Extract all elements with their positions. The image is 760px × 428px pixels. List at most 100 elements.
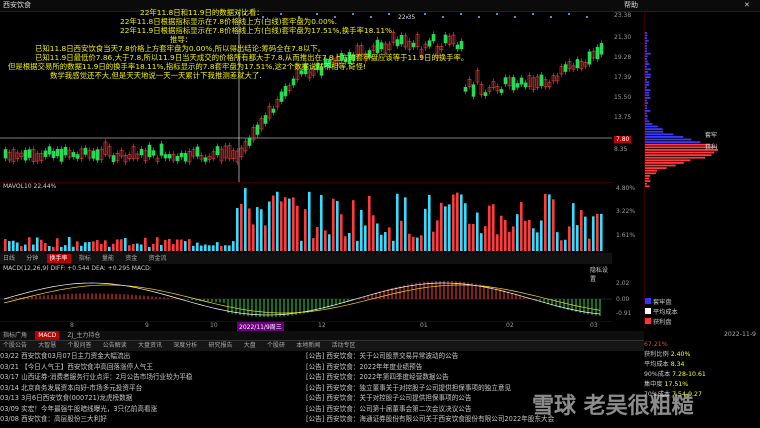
chip-bar <box>645 164 676 167</box>
news-tab[interactable]: 深度分析 <box>170 341 200 350</box>
candle-body <box>95 149 100 161</box>
volume-bar <box>508 231 511 251</box>
candle-body <box>575 59 580 69</box>
volume-bar <box>76 241 79 251</box>
chip-bar <box>645 47 647 50</box>
candle-body <box>167 154 172 159</box>
list-item[interactable]: 03/14 北京商务发展资本向好-市场多元投资平台 <box>0 383 300 394</box>
volume-bar <box>52 246 55 251</box>
volume-bar <box>592 216 595 251</box>
annotation-line: 22年11.9日根据指标显示在7.8价格线上方(白线)套牢盘为17.51%,换手… <box>120 26 393 35</box>
volume-bar <box>268 201 271 251</box>
news-tab[interactable]: 研究报告 <box>206 341 236 350</box>
tab-minute[interactable]: 分钟 <box>23 254 41 263</box>
volume-bar <box>204 244 207 251</box>
tab-volume[interactable]: 量能 <box>99 254 117 263</box>
volume-bar <box>368 195 371 251</box>
list-item[interactable]: [公告] 西安饮食：2022年年度业绩预告 <box>306 362 644 373</box>
news-tab[interactable]: 本地新闻 <box>293 341 323 350</box>
stats-val: 2.40% <box>670 351 691 358</box>
news-tab[interactable]: 大智慧 <box>35 341 59 350</box>
tab-capital[interactable]: 资金 <box>122 254 140 263</box>
volume-bar <box>548 194 551 251</box>
legend-trapped: 套牢盘 <box>653 299 672 306</box>
tab-flow[interactable]: 资金流 <box>146 254 170 263</box>
volume-bar <box>300 240 303 251</box>
tab-turnover[interactable]: 换手率 <box>46 254 71 263</box>
list-item[interactable]: 03/13 3月6日西安饮食(000721)龙虎榜数据 <box>0 393 300 404</box>
volume-panel[interactable]: MAVOL10 22.44% <box>0 183 612 254</box>
chip-panel: 套牢 获利 套牢盘 平均成本 获利盘 <box>644 12 760 328</box>
candle-body <box>523 82 528 88</box>
tab-indicator[interactable]: 指标 <box>76 254 94 263</box>
chip-bar <box>645 156 706 159</box>
chip-bar <box>645 112 647 115</box>
candle-body <box>55 149 60 157</box>
tab-indicator-wide[interactable]: 指标广角 <box>0 331 30 340</box>
stats-val: 8.34 <box>670 361 685 368</box>
news-tab[interactable]: 个股问答 <box>65 341 95 350</box>
volume-bar <box>596 213 599 251</box>
candle-body <box>279 91 284 102</box>
list-item[interactable]: 03/08 西安饮食：高层股份三大利好 <box>0 414 300 425</box>
list-item[interactable]: 03/21 【今日人气王】西安饮食冲高回落涨停人气王 <box>0 362 300 373</box>
volume-bar <box>392 240 395 251</box>
chip-bar <box>645 102 649 104</box>
candle-body <box>499 89 504 93</box>
tab-zj[interactable]: ZJ_主力持仓 <box>64 331 103 340</box>
stats-key: 平均成本 <box>644 361 669 368</box>
candle-body <box>471 84 476 97</box>
volume-bar <box>180 239 183 251</box>
news-tab[interactable]: 活动专区 <box>329 341 359 350</box>
list-item[interactable]: [公告] 西安饮食：2022年第四季度经营数据公告 <box>306 372 644 383</box>
list-item[interactable]: [公告] 西安饮食：关于公司股票交易异常波动的公告 <box>306 351 644 362</box>
tab-daily[interactable]: 日线 <box>0 254 18 263</box>
signal-dot <box>532 13 534 15</box>
chip-bar <box>645 110 651 112</box>
macd-panel[interactable]: MACD(12,26,9) DIFF: +0.544 DEA: +0.295 M… <box>0 265 612 322</box>
chip-bar <box>645 172 657 175</box>
volume-bar <box>504 220 507 251</box>
signal-dot <box>586 16 588 18</box>
chip-bar <box>645 162 684 164</box>
news-tab[interactable]: 大盘 <box>241 341 259 350</box>
candle-body <box>519 77 524 85</box>
volume-bar <box>24 244 27 251</box>
list-item[interactable]: 03/22 西安饮食03月07日主力资金大幅流出 <box>0 351 300 362</box>
volume-bar <box>400 220 403 251</box>
volume-bar <box>280 201 283 251</box>
candle-body <box>483 92 488 97</box>
volume-bar <box>192 245 195 251</box>
news-tab[interactable]: 大盘资讯 <box>135 341 165 350</box>
macd-chart <box>0 280 612 318</box>
annotation-line: 数学我感觉还不大,但是天天地说一天一天累计下我推测差就大了. <box>50 71 262 80</box>
volume-bar <box>352 200 355 251</box>
chip-bar <box>645 50 647 52</box>
macd-tick: -0.91 <box>616 310 632 317</box>
chip-bar <box>645 78 647 81</box>
chip-bar <box>645 76 651 78</box>
volume-bar <box>152 243 155 251</box>
price-tick: 13.75 <box>614 114 632 121</box>
close-icon[interactable]: ✕ <box>744 0 750 11</box>
stats-pct: 67.21% <box>644 341 668 348</box>
volume-bar <box>472 223 475 251</box>
chip-bar <box>645 81 650 84</box>
volume-bar <box>176 239 179 251</box>
volume-bar <box>100 243 103 251</box>
tab-macd[interactable]: MACD <box>35 331 60 340</box>
volume-bar <box>284 197 287 251</box>
legend-avgcost: 平均成本 <box>653 309 678 316</box>
list-item[interactable]: 03/17 山西证券-消费者服务行业点评：2月公告市场行业较为平稳 <box>0 372 300 383</box>
volume-bar <box>112 243 115 251</box>
news-tab[interactable]: 个股公告 <box>0 341 30 350</box>
list-item[interactable]: 03/09 实宏！今年最强牛股暗线曝光，3只亿前高看涨 <box>0 404 300 415</box>
volume-bar <box>124 238 127 251</box>
chip-bar <box>645 151 715 154</box>
high-mark: 22.35 <box>398 14 416 21</box>
candle-body <box>75 154 80 159</box>
news-tab[interactable]: 公告解读 <box>100 341 130 350</box>
news-tab[interactable]: 个股研 <box>264 341 288 350</box>
volume-bar <box>512 226 515 251</box>
chip-bar <box>645 159 691 162</box>
